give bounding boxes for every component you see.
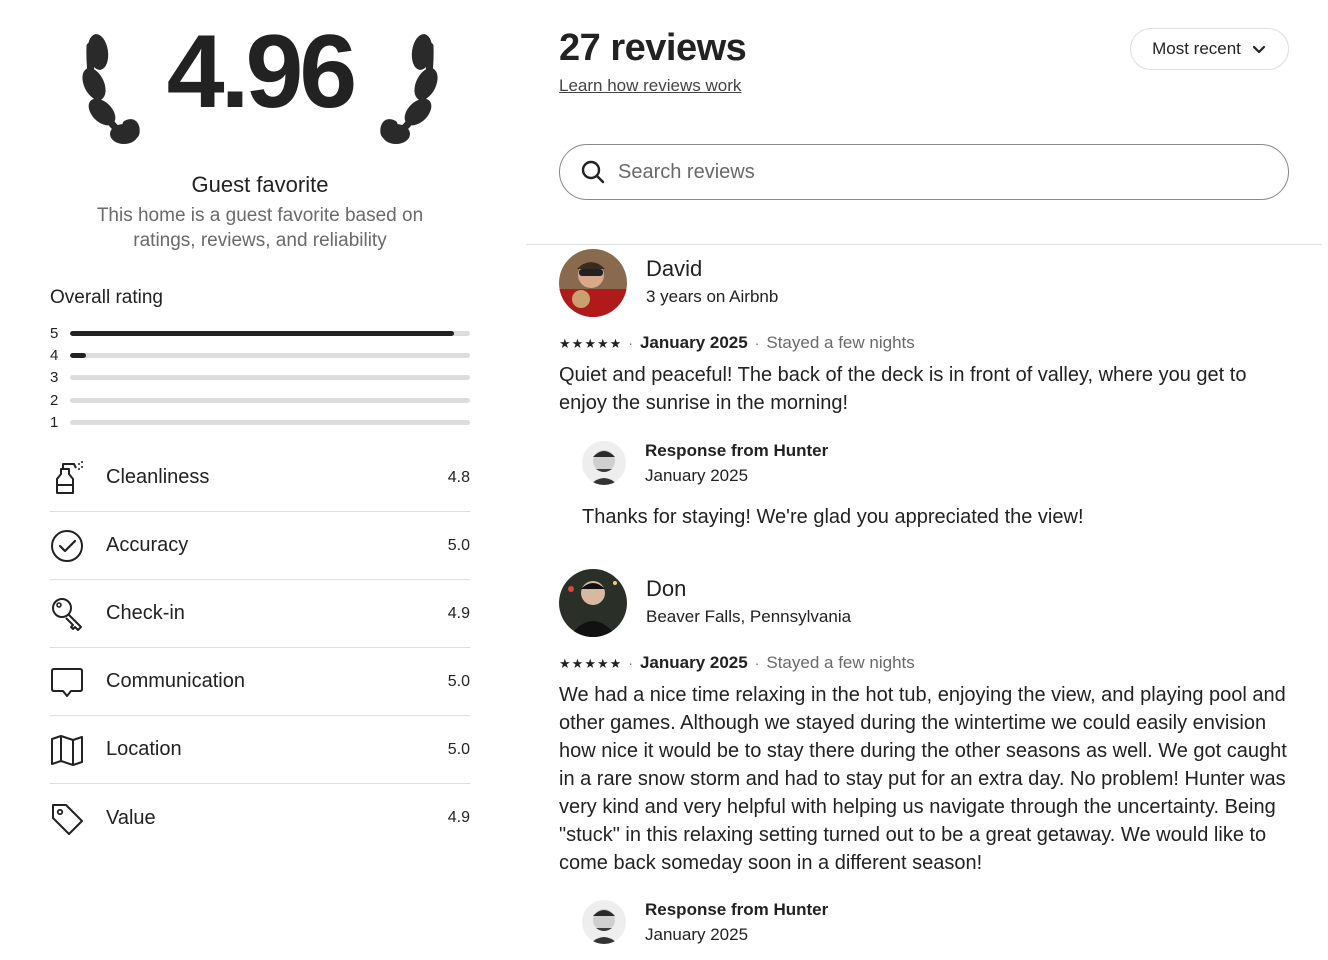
star-count-label: 3 (50, 369, 59, 387)
rating-bar-fill (70, 330, 454, 336)
response-text: Thanks for staying! We're glad you appre… (582, 506, 1084, 528)
category-score: 5.0 (447, 672, 470, 690)
chat-bubble-icon (50, 662, 106, 702)
rating-bar-track (70, 397, 470, 403)
category-label: Communication (106, 670, 245, 692)
rating-bar-row: 5 (50, 322, 470, 344)
review-text: Quiet and peaceful! The back of the deck… (559, 364, 1247, 414)
search-reviews-box[interactable] (559, 144, 1289, 200)
overall-rating-value: 4.96 (166, 14, 357, 130)
star-icon: ★ (609, 655, 622, 671)
category-rating-row: Communication 5.0 (50, 648, 470, 716)
price-tag-icon (50, 798, 106, 838)
category-score: 4.9 (447, 809, 470, 826)
search-icon (581, 160, 605, 184)
host-avatar (582, 900, 626, 944)
star-count-label: 2 (50, 391, 59, 409)
review-meta: ★ ★ ★ ★ ★ · January 2025 · Stayed a few nigh… (559, 333, 915, 353)
star-icon: ★ (559, 335, 571, 351)
separator-dot: · (754, 655, 760, 671)
category-rating-row: Cleanliness 4.8 (50, 444, 470, 512)
guest-favorite-hero: 4.96 (60, 14, 460, 164)
category-score: 4.8 (447, 468, 470, 486)
star-count-label: 4 (50, 347, 59, 365)
rating-bar-track (70, 375, 470, 381)
star-icon: ★ (609, 335, 622, 351)
category-rating-row: Accuracy 5.0 (50, 512, 470, 580)
learn-how-reviews-work-link[interactable]: Learn how reviews work (559, 76, 741, 96)
review-meta: ★ ★ ★ ★ ★ · January 2025 · Stayed a few nigh… (559, 653, 915, 673)
review-text: We had a nice time relaxing in the hot t… (559, 684, 1287, 874)
sort-label: Most recent (1152, 39, 1241, 58)
category-score: 4.9 (447, 604, 470, 622)
category-rating-row: Check-in 4.9 (50, 580, 470, 648)
response-date: January 2025 (645, 925, 749, 944)
rating-distribution: 5 4 3 2 1 (50, 322, 470, 434)
guest-favorite-subtitle: This home is a guest favorite based on r… (96, 205, 424, 251)
host-avatar (582, 441, 626, 485)
response-from: Response from Hunter (645, 441, 829, 460)
response-date: January 2025 (645, 466, 749, 485)
map-icon (50, 730, 106, 770)
divider (526, 244, 1322, 245)
reviewer-avatar[interactable] (559, 249, 627, 317)
star-count-label: 5 (50, 324, 59, 342)
rating-bar-fill (70, 353, 86, 359)
star-icon: ★ (596, 655, 609, 671)
stay-duration: Stayed a few nights (766, 333, 915, 352)
category-ratings: Cleanliness 4.8 Accuracy 5.0 Check-in 4.9 Comm… (50, 444, 470, 852)
category-label: Location (106, 738, 182, 760)
category-rating-row: Location 5.0 (50, 716, 470, 784)
rating-bar-row: 2 (50, 389, 470, 411)
reviews-panel: 27 reviews Learn how reviews work Most r… (526, 0, 1328, 960)
chevron-down-icon (1252, 45, 1266, 54)
category-score: 5.0 (447, 536, 470, 554)
search-reviews-input[interactable] (618, 160, 1258, 184)
stay-duration: Stayed a few nights (766, 653, 915, 672)
reviewer-subtitle: 3 years on Airbnb (646, 287, 779, 306)
rating-bar-track (70, 330, 470, 336)
overall-rating-label: Overall rating (50, 287, 163, 308)
category-label: Cleanliness (106, 466, 210, 488)
rating-summary-panel: 4.96 Guest favorite This home is a guest… (0, 0, 520, 960)
guest-favorite-title: Guest favorite (191, 172, 329, 197)
category-label: Value (106, 806, 156, 829)
separator-dot: · (754, 335, 760, 351)
star-count-label: 1 (50, 414, 59, 432)
reviewer-subtitle: Beaver Falls, Pennsylvania (646, 607, 852, 626)
rating-bar-track (70, 420, 470, 426)
review-date: January 2025 (639, 333, 748, 352)
star-rating: ★ ★ ★ ★ ★ (559, 337, 621, 350)
review-date: January 2025 (639, 653, 748, 672)
response-from: Response from Hunter (645, 900, 829, 919)
reviews-count-title: 27 reviews (559, 27, 747, 69)
category-score: 5.0 (447, 740, 470, 758)
separator-dot: · (628, 655, 633, 671)
reviewer-name: Don (646, 576, 687, 601)
category-rating-row: Value 4.9 (50, 784, 470, 852)
reviewer-avatar[interactable] (559, 569, 627, 637)
reviewer-name: David (646, 256, 703, 281)
review-item: David 3 years on Airbnb ★ ★ ★ ★ ★ · January … (559, 249, 1289, 549)
sort-dropdown-button[interactable]: Most recent (1130, 28, 1289, 70)
star-icon: ★ (571, 655, 584, 671)
check-circle-icon (50, 526, 106, 566)
rating-bar-row: 3 (50, 367, 470, 389)
rating-bar-row: 4 (50, 344, 470, 366)
category-label: Check-in (106, 602, 185, 624)
star-icon: ★ (596, 335, 609, 351)
review-item: Don Beaver Falls, Pennsylvania ★ ★ ★ ★ ★ · J… (559, 569, 1289, 960)
rating-bar-row: 1 (50, 412, 470, 434)
star-icon: ★ (584, 655, 596, 671)
star-rating: ★ ★ ★ ★ ★ (559, 657, 621, 670)
category-label: Accuracy (106, 534, 189, 556)
star-icon: ★ (571, 335, 584, 351)
separator-dot: · (628, 335, 633, 351)
star-icon: ★ (559, 655, 571, 671)
rating-bar-track (70, 353, 470, 359)
key-icon (50, 594, 106, 634)
spray-bottle-icon (50, 458, 106, 498)
star-icon: ★ (584, 335, 596, 351)
